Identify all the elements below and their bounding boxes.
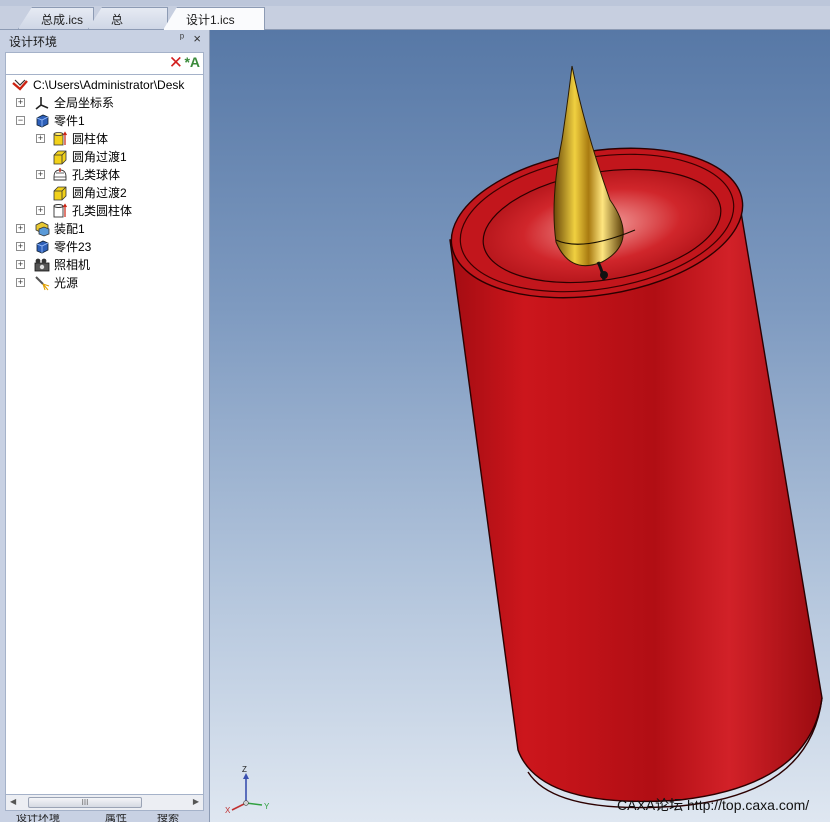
tab-strip-top-bar [0,0,830,6]
expand-toggle[interactable]: + [16,224,25,233]
tree-item-camera[interactable]: + 照相机 [12,256,202,274]
expand-toggle[interactable]: + [16,260,25,269]
expand-toggle[interactable]: + [36,206,45,215]
expand-toggle[interactable]: + [36,134,45,143]
tree-item-label: 光源 [54,276,79,290]
tree-item-part1[interactable]: − 零件1 [12,112,202,130]
tab-label: 设计1.ics [186,13,235,27]
tree-item-label: 零件23 [54,240,92,254]
expand-toggle[interactable]: + [16,242,25,251]
expand-toggle[interactable]: + [16,98,25,107]
expand-toggle[interactable]: + [36,170,45,179]
tree-item-label: 圆角过渡1 [72,150,127,164]
tree-item-label: 孔类球体 [72,168,121,182]
part-icon [36,114,49,128]
tree-item-cylinder-hole[interactable]: + 孔类圆柱体 [12,202,202,220]
tab-label: 总成.ics [41,13,84,27]
3d-viewport[interactable]: Z X Y CAXA论坛 http://top.caxa.com/ [210,30,830,822]
fillet-icon [53,150,67,165]
tree-root[interactable]: C:\Users\Administrator\Desk [12,76,203,94]
tree-item-light[interactable]: + 光源 [12,274,202,292]
axes-icon [35,97,49,110]
tree-root-label: C:\Users\Administrator\Desk [33,78,185,92]
tree-item-global-axes[interactable]: + 全局坐标系 [12,94,202,112]
triad-x-label: X [225,806,231,815]
tree-item-fillet1[interactable]: 圆角过渡1 [12,148,202,166]
tree-item-label: 零件1 [54,114,85,128]
bottom-tab-design[interactable]: 设计环境 [16,814,60,822]
tab-sheji1-ics[interactable]: 设计1.ics × [163,7,265,30]
tree-horizontal-scrollbar[interactable]: ◀ III ▶ [5,794,204,811]
tree-item-label: 圆角过渡2 [72,186,127,200]
design-environment-panel: 设计环境 ᵖ × ✕ *A C:\Users\Administrator\Des… [0,30,210,822]
panel-header: 设计环境 ᵖ × [0,30,210,50]
camera-icon [34,258,50,272]
tab-zongcheng-ics[interactable]: 总成.ics [18,7,94,29]
cylinder-feature-icon [53,131,68,146]
tree-item-fillet2[interactable]: 圆角过渡2 [12,184,202,202]
panel-toolbar: ✕ *A [5,52,204,74]
panel-close-icon[interactable]: × [193,31,201,46]
scrollbar-thumb[interactable]: III [28,797,142,808]
scroll-grip: III [81,798,89,807]
tree-item-label: 圆柱体 [72,132,109,146]
scroll-left-icon[interactable]: ◀ [10,797,16,806]
fillet-icon [53,186,67,201]
cylinder-hole-icon [53,203,68,218]
tree-item-part23[interactable]: + 零件23 [12,238,202,256]
expand-toggle[interactable]: + [16,278,25,287]
scroll-right-icon[interactable]: ▶ [193,797,199,806]
delete-icon[interactable]: ✕ [169,53,183,73]
document-tab-strip: 总成.ics 总成.exb 设计1.ics × [0,0,830,30]
tree-item-label: 装配1 [54,222,85,236]
collapse-toggle[interactable]: − [16,116,25,125]
design-tree: C:\Users\Administrator\Desk + 全局坐标系 − 零件… [5,74,204,796]
design-root-icon [12,79,28,91]
part-icon [36,240,49,254]
assembly-icon [35,221,50,237]
candle-body [449,205,823,803]
candle-model[interactable] [210,30,830,822]
bottom-tab-properties[interactable]: 属性 [105,814,127,822]
triad-z-label: Z [242,765,247,774]
triad-y-label: Y [264,802,270,811]
forum-watermark: CAXA论坛 http://top.caxa.com/ [617,797,810,813]
tree-item-label: 全局坐标系 [54,96,115,110]
pin-icon[interactable]: ᵖ [180,32,184,44]
tree-item-label: 照相机 [54,258,91,272]
find-icon[interactable]: *A [184,54,200,70]
bottom-tab-search[interactable]: 搜索 [157,814,179,822]
tab-zongcheng-exb[interactable]: 总成.exb [88,7,168,29]
panel-title: 设计环境 [9,35,58,49]
tree-item-label: 孔类圆柱体 [72,204,133,218]
axis-triad: Z X Y [225,765,270,815]
tree-item-sphere-hole[interactable]: + 孔类球体 [12,166,202,184]
sphere-hole-icon [53,168,67,181]
light-icon [35,276,50,291]
tree-item-assembly1[interactable]: + 装配1 [12,220,202,238]
tree-item-cylinder[interactable]: + 圆柱体 [12,130,202,148]
panel-bottom-tabs: 设计环境 属性 搜索 [0,814,210,822]
